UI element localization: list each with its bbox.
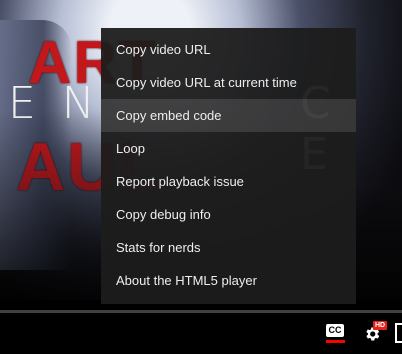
context-menu: Copy video URL Copy video URL at current…: [101, 28, 356, 304]
menu-item-copy-embed-code[interactable]: Copy embed code: [101, 99, 356, 132]
menu-item-report-playback-issue[interactable]: Report playback issue: [101, 165, 356, 198]
menu-item-about-html5-player[interactable]: About the HTML5 player: [101, 264, 356, 297]
menu-item-stats-for-nerds[interactable]: Stats for nerds: [101, 231, 356, 264]
menu-item-copy-video-url[interactable]: Copy video URL: [101, 33, 356, 66]
fullscreen-icon[interactable]: [395, 323, 402, 343]
menu-item-loop[interactable]: Loop: [101, 132, 356, 165]
menu-item-copy-debug-info[interactable]: Copy debug info: [101, 198, 356, 231]
hd-badge: HD: [373, 321, 388, 330]
closed-captions-button[interactable]: CC: [326, 324, 346, 345]
player-controls: CC HD: [0, 313, 402, 354]
closed-captions-icon: CC: [326, 324, 344, 337]
settings-button[interactable]: HD: [361, 321, 388, 345]
menu-item-copy-video-url-at-time[interactable]: Copy video URL at current time: [101, 66, 356, 99]
captions-on-indicator: [326, 340, 345, 343]
